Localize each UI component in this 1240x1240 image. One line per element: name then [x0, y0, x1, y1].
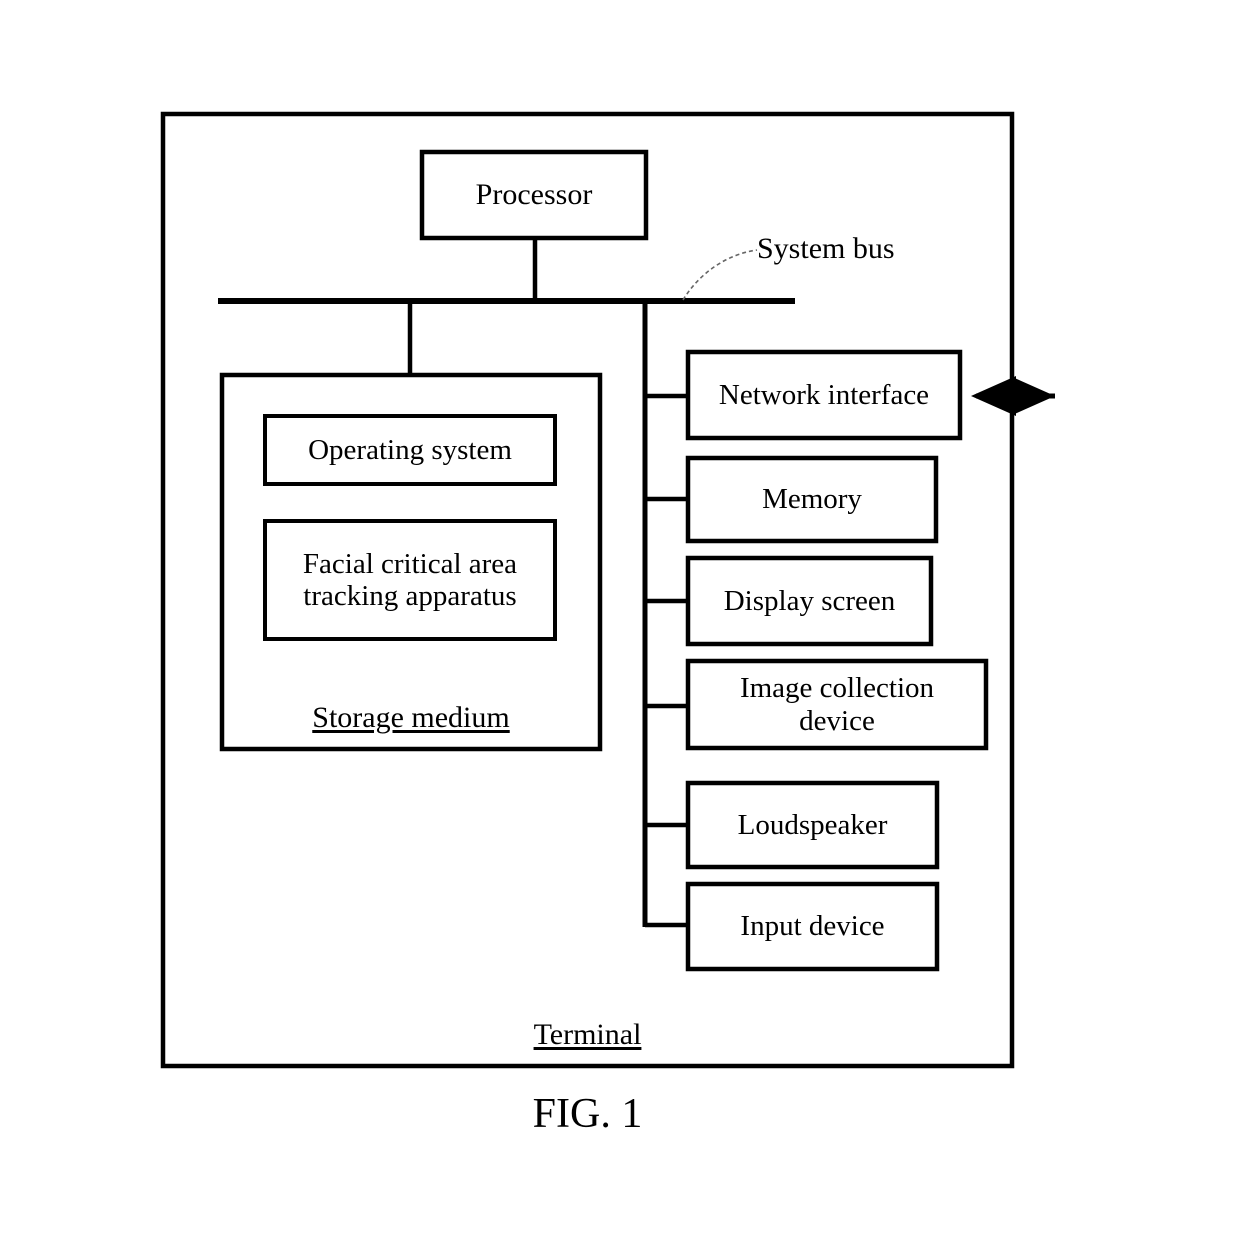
figure-caption: FIG. 1 [532, 1091, 643, 1137]
operating-system-box [263, 414, 557, 486]
loudspeaker-box [685, 780, 940, 870]
system-bus-leader-line [682, 249, 758, 301]
network-interface-box [685, 349, 963, 441]
patent-figure: Processor Operating system Facial critic… [0, 0, 1240, 1240]
memory-box [685, 455, 939, 544]
processor-box [419, 149, 649, 241]
tracking-apparatus-box [263, 519, 557, 641]
diagram-svg [160, 111, 1055, 1069]
display-screen-box [685, 555, 934, 647]
system-bus-annotation-label: System bus [757, 232, 895, 265]
input-device-box [685, 881, 940, 972]
image-collection-device-box [685, 658, 989, 751]
terminal-label: Terminal [533, 1018, 642, 1051]
